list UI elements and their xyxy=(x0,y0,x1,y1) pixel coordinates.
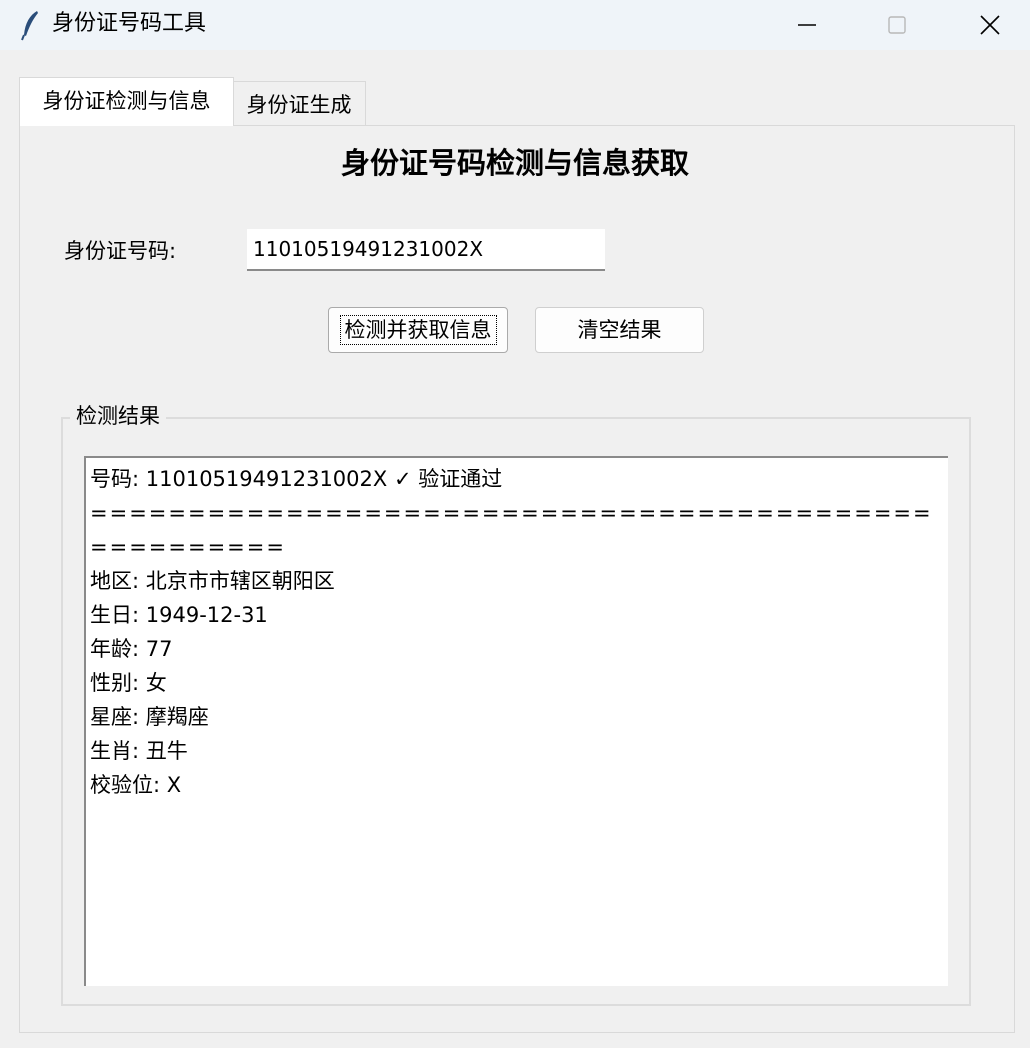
detect-button-label: 检测并获取信息 xyxy=(339,315,497,345)
clear-button[interactable]: 清空结果 xyxy=(535,307,704,353)
result-line-gender: 性别: 女 xyxy=(90,671,167,695)
tab-detect-info[interactable]: 身份证检测与信息 xyxy=(19,77,234,126)
detect-button[interactable]: 检测并获取信息 xyxy=(328,307,508,353)
result-line-birthday: 生日: 1949-12-31 xyxy=(90,603,268,627)
title-bar: 身份证号码工具 xyxy=(0,0,1030,50)
maximize-icon xyxy=(888,16,906,34)
result-line-region: 地区: 北京市市辖区朝阳区 xyxy=(90,569,335,593)
result-line-zodiac: 生肖: 丑牛 xyxy=(90,739,188,763)
result-line-constellation: 星座: 摩羯座 xyxy=(90,705,209,729)
result-group-label: 检测结果 xyxy=(70,401,166,431)
feather-icon xyxy=(21,11,38,41)
tab-generate[interactable]: 身份证生成 xyxy=(232,81,366,125)
minimize-icon xyxy=(798,24,816,26)
minimize-button[interactable] xyxy=(772,0,842,50)
result-line-age: 年龄: 77 xyxy=(90,637,173,661)
id-number-label: 身份证号码: xyxy=(64,239,177,263)
result-textbox[interactable]: 号码: 11010519491231002X ✓ 验证通过 ==========… xyxy=(84,456,948,986)
result-line-number: 号码: 11010519491231002X ✓ 验证通过 xyxy=(90,467,503,491)
close-icon xyxy=(980,15,1000,35)
result-separator: ========================================… xyxy=(90,501,933,559)
maximize-button[interactable] xyxy=(862,0,932,50)
result-line-check-digit: 校验位: X xyxy=(90,773,182,797)
close-button[interactable] xyxy=(955,0,1025,50)
window-title: 身份证号码工具 xyxy=(52,11,207,36)
page-title: 身份证号码检测与信息获取 xyxy=(340,146,689,180)
id-number-input[interactable] xyxy=(247,229,605,271)
